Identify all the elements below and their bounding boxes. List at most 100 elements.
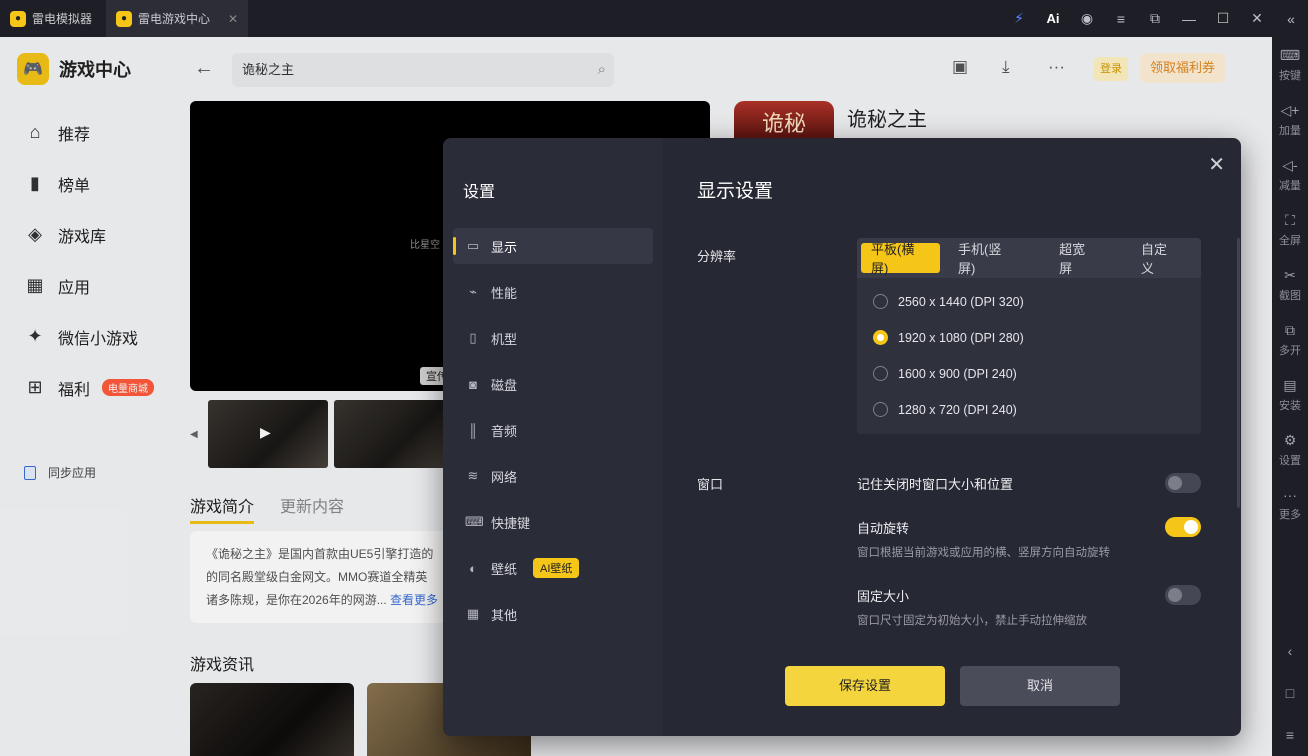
toolbar-keymap[interactable]: ⌨ 按键 [1272, 37, 1308, 92]
settings-nav-label: 音频 [491, 423, 518, 439]
toolbar-label: 多开 [1279, 344, 1301, 357]
fixed-size-title: 固定大小 [857, 589, 910, 604]
user-icon[interactable]: ◉ [1070, 0, 1104, 37]
resolution-option[interactable]: 1280 x 720 (DPI 240) [873, 402, 1017, 417]
auto-rotate-toggle[interactable] [1165, 517, 1201, 537]
toolbar-screenshot[interactable]: ✂ 截图 [1272, 257, 1308, 312]
emulator-logo-icon: ● [10, 10, 26, 27]
auto-rotate-desc: 窗口根据当前游戏或应用的横、竖屏方向自动旋转 [857, 547, 1110, 559]
resolution-text: 1920 x 1080 (DPI 280) [898, 330, 1024, 345]
segment-tablet[interactable]: 平板(横屏) [861, 242, 941, 276]
boost-icon[interactable]: ⚡ [1002, 0, 1036, 37]
settings-nav-model[interactable]: ▯ 机型 [453, 320, 653, 356]
resolution-label: 分辨率 [697, 249, 737, 264]
external-window-icon[interactable]: ⧉ [1138, 0, 1172, 37]
settings-nav-label: 壁纸 [491, 561, 518, 577]
settings-dialog: 设置 ▭ 显示 ⌁ 性能 ▯ 机型 ◙ 磁盘 ║ 音频 ≋ 网络 ⌨ 快捷键 ◐ 壁纸 AI壁纸 … [443, 138, 1241, 736]
gear-icon: ⚙ [1283, 431, 1297, 448]
android-home-icon[interactable]: □ [1272, 672, 1308, 714]
toolbar-multi-instance[interactable]: ⧉ 多开 [1272, 312, 1308, 367]
settings-nav-label: 性能 [491, 285, 518, 301]
toolbar-volume-up[interactable]: ◁+ 加量 [1272, 92, 1308, 147]
scissors-icon: ✂ [1284, 266, 1296, 283]
fixed-size-toggle[interactable] [1165, 585, 1201, 605]
toolbar-label: 按键 [1279, 69, 1301, 82]
resolution-option[interactable]: 1920 x 1080 (DPI 280) [873, 330, 1024, 345]
settings-sidebar: 设置 ▭ 显示 ⌁ 性能 ▯ 机型 ◙ 磁盘 ║ 音频 ≋ 网络 ⌨ 快捷键 ◐ 壁纸 AI壁纸 … [443, 138, 663, 736]
tab-game-center[interactable]: ● 雷电游戏中心 ✕ [106, 0, 249, 37]
settings-nav-shortcuts[interactable]: ⌨ 快捷键 [453, 504, 653, 540]
settings-scrollbar[interactable] [1237, 238, 1240, 508]
toolbar-more[interactable]: ··· 更多 [1272, 477, 1308, 532]
more-icon: ··· [1283, 487, 1297, 503]
settings-title: 设置 [463, 184, 496, 201]
radio-button-selected[interactable] [873, 330, 888, 345]
fixed-size-desc: 窗口尺寸固定为初始大小，禁止手动拉伸缩放 [857, 615, 1087, 627]
toolbar-fullscreen[interactable]: ⛶ 全屏 [1272, 202, 1308, 257]
close-tab-icon[interactable]: ✕ [228, 12, 238, 26]
settings-nav-label: 快捷键 [491, 515, 531, 531]
radio-button[interactable] [873, 294, 888, 309]
resolution-panel: 平板(横屏) 手机(竖屏) 超宽屏 自定义 2560 x 1440 (DPI 3… [857, 238, 1201, 434]
wifi-icon: ≋ [467, 468, 479, 483]
settings-nav-label: 显示 [491, 239, 518, 255]
multi-instance-icon: ⧉ [1285, 321, 1295, 338]
tab-emulator-label: 雷电模拟器 [32, 12, 93, 26]
settings-nav-performance[interactable]: ⌁ 性能 [453, 274, 653, 310]
game-center-logo-icon: ● [116, 10, 133, 27]
toolbar-label: 全屏 [1279, 234, 1301, 247]
monitor-icon: ▭ [466, 238, 480, 253]
volume-down-icon: ◁- [1282, 156, 1298, 173]
tab-game-center-label: 雷电游戏中心 [138, 12, 211, 26]
maximize-icon[interactable]: ☐ [1206, 0, 1240, 37]
ai-wallpaper-badge: AI壁纸 [533, 558, 580, 578]
collapse-icon[interactable]: « [1274, 0, 1308, 37]
toolbar-install[interactable]: ▤ 安装 [1272, 367, 1308, 422]
toolbar-volume-down[interactable]: ◁- 减量 [1272, 147, 1308, 202]
volume-up-icon: ◁+ [1280, 101, 1300, 118]
toolbar-label: 安装 [1279, 399, 1301, 412]
settings-content: 显示设置 ✕ 分辨率 平板(横屏) 手机(竖屏) 超宽屏 自定义 2560 x … [663, 138, 1241, 736]
settings-nav-label: 磁盘 [491, 377, 518, 393]
remember-window-toggle[interactable] [1165, 473, 1201, 493]
radio-button[interactable] [873, 402, 888, 417]
phone-icon: ▯ [469, 330, 477, 345]
resolution-text: 1600 x 900 (DPI 240) [898, 366, 1017, 381]
tab-emulator[interactable]: ● 雷电模拟器 [0, 0, 102, 37]
display-settings-title: 显示设置 [697, 181, 774, 202]
toolbar-label: 更多 [1279, 509, 1301, 521]
right-toolbar: ⌨ 按键 ◁+ 加量 ◁- 减量 ⛶ 全屏 ✂ 截图 ⧉ 多开 ▤ 安装 ⚙ 设置 ··· 更多 … [1272, 37, 1308, 756]
save-settings-button[interactable]: 保存设置 [785, 666, 945, 706]
settings-nav-disk[interactable]: ◙ 磁盘 [453, 366, 653, 402]
grid-icon: ▦ [466, 606, 480, 621]
apk-install-icon: ▤ [1283, 376, 1297, 393]
toolbar-settings[interactable]: ⚙ 设置 [1272, 422, 1308, 477]
settings-nav-audio[interactable]: ║ 音频 [453, 412, 653, 448]
cancel-button[interactable]: 取消 [960, 666, 1120, 706]
minimize-icon[interactable]: — [1172, 0, 1206, 37]
settings-nav-wallpaper[interactable]: ◐ 壁纸 AI壁纸 [453, 550, 653, 586]
settings-nav-display[interactable]: ▭ 显示 [453, 228, 653, 264]
settings-nav: ▭ 显示 ⌁ 性能 ▯ 机型 ◙ 磁盘 ║ 音频 ≋ 网络 ⌨ 快捷键 ◐ 壁纸 AI壁纸 ▦ 其他 [453, 228, 653, 642]
android-back-icon[interactable]: ‹ [1272, 630, 1308, 672]
radio-button[interactable] [873, 366, 888, 381]
toolbar-label: 截图 [1279, 289, 1301, 302]
auto-rotate-title: 自动旋转 [857, 521, 910, 536]
segment-phone[interactable]: 手机(竖屏) [948, 242, 1027, 276]
ai-icon[interactable]: Ai [1036, 0, 1070, 37]
resolution-text: 2560 x 1440 (DPI 320) [898, 294, 1024, 309]
segment-custom[interactable]: 自定义 [1131, 242, 1189, 276]
menu-icon[interactable]: ≡ [1104, 0, 1138, 37]
toolbar-label: 设置 [1279, 454, 1301, 467]
keyboard-icon: ⌨ [465, 514, 484, 529]
performance-icon: ⌁ [469, 284, 477, 299]
resolution-option[interactable]: 2560 x 1440 (DPI 320) [873, 294, 1024, 309]
android-recents-icon[interactable]: ≡ [1272, 714, 1308, 756]
close-icon[interactable]: ✕ [1208, 152, 1225, 177]
resolution-option[interactable]: 1600 x 900 (DPI 240) [873, 366, 1017, 381]
segment-ultrawide[interactable]: 超宽屏 [1049, 242, 1107, 276]
settings-nav-label: 其他 [491, 607, 518, 623]
settings-nav-other[interactable]: ▦ 其他 [453, 596, 653, 632]
settings-nav-network[interactable]: ≋ 网络 [453, 458, 653, 494]
close-window-icon[interactable]: ✕ [1240, 0, 1274, 37]
